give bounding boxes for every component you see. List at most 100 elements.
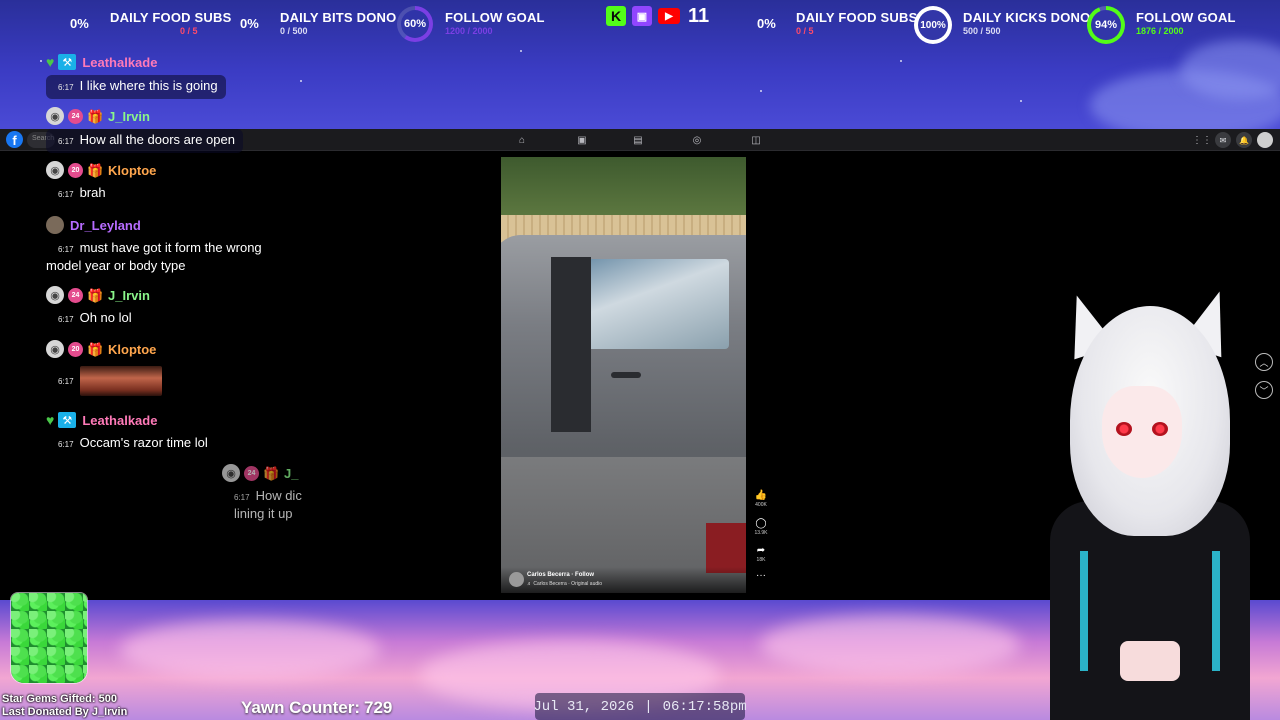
chat-body: 6:17 xyxy=(46,363,170,399)
twitch-icon: ▣ xyxy=(632,6,652,26)
goal-title: DAILY KICKS DONO xyxy=(963,10,1091,25)
like-count: 400K xyxy=(755,502,767,508)
share-count: 18K xyxy=(756,557,766,563)
vtuber-avatar xyxy=(1040,284,1260,720)
comment-action[interactable]: ◯ 13.9K xyxy=(752,518,770,536)
marketplace-icon[interactable]: ▤ xyxy=(630,132,646,148)
user-avatar xyxy=(46,216,64,234)
chat-username[interactable]: J_ xyxy=(284,466,298,481)
chat-text: Oh no lol xyxy=(79,310,132,325)
chat-message: ◉ 24 🎁 J_Irvin 6:17 How all the doors are… xyxy=(46,106,243,153)
date-time-clock: Jul 31, 2026 | 06:17:58pm xyxy=(533,693,747,720)
chat-body: 6:17 brah xyxy=(46,182,114,206)
goal-progress: 1876 / 2000 xyxy=(1136,26,1184,36)
goal-percent: 0% xyxy=(240,16,259,31)
user-avatar: ◉ xyxy=(222,464,240,482)
menu-grid-icon[interactable]: ⋮⋮ xyxy=(1192,132,1212,148)
avatar-midriff xyxy=(1120,641,1180,681)
goal-percent: 94% xyxy=(1094,19,1118,31)
profile-avatar[interactable] xyxy=(1257,132,1273,148)
gaming-icon[interactable]: ◫ xyxy=(748,132,764,148)
chat-username[interactable]: Dr_Leyland xyxy=(70,218,141,233)
comment-icon: ◯ xyxy=(755,518,767,529)
platform-indicator: K ▣ ▶ 11 xyxy=(606,4,709,28)
heart-badge-icon: ♥ xyxy=(46,54,55,70)
goal-follow-right: 94% FOLLOW GOAL 1876 / 2000 xyxy=(1087,6,1257,44)
chat-timestamp: 6:17 xyxy=(58,377,74,387)
chat-timestamp: 6:17 xyxy=(58,190,74,199)
chat-body: 6:17 must have got it form the wrong mode… xyxy=(46,237,296,277)
goal-title: DAILY FOOD SUBS xyxy=(796,10,918,25)
goal-progress-ring: 94% xyxy=(1087,6,1125,44)
home-icon[interactable]: ⌂ xyxy=(514,132,530,148)
chat-text: must have got it form the wrong model ye… xyxy=(46,240,262,273)
goal-progress: 1200 / 2000 xyxy=(445,26,493,36)
chat-timestamp: 6:17 xyxy=(234,493,250,502)
goal-title: DAILY BITS DONO xyxy=(280,10,397,25)
youtube-icon: ▶ xyxy=(658,8,680,24)
chat-body: 6:17 Oh no lol xyxy=(46,307,140,331)
chat-message: ◉ 20 🎁 Kloptoe 6:17 brah xyxy=(46,160,156,206)
share-icon: ➦ xyxy=(756,545,766,556)
gift-badge-icon: 🎁 xyxy=(87,162,104,178)
video-icon[interactable]: ▣ xyxy=(574,132,590,148)
chat-username[interactable]: Kloptoe xyxy=(108,163,156,178)
goal-daily-kicks-dono: 100% DAILY KICKS DONO 500 / 500 xyxy=(914,6,1094,44)
video-author[interactable]: Carlos Becerra · Follow xyxy=(527,572,594,578)
chat-timestamp: 6:17 xyxy=(58,137,74,146)
goal-ring-inner: 100% xyxy=(918,10,948,40)
subscriber-badge: 24 xyxy=(244,465,259,481)
kick-icon: K xyxy=(606,6,626,26)
facebook-logo-icon[interactable]: f xyxy=(6,131,23,148)
yawn-label: Yawn Counter: xyxy=(241,698,361,717)
gem-jar-glass xyxy=(10,592,88,684)
yawn-value: 729 xyxy=(364,698,393,717)
share-action[interactable]: ➦ 18K xyxy=(752,545,770,563)
video-footer-gradient xyxy=(501,567,746,593)
video-door-handle xyxy=(611,372,641,378)
goal-progress-ring: 60% xyxy=(397,6,433,42)
subscriber-badge: 24 xyxy=(68,108,83,124)
chat-body: 6:17 Occam's razor time lol xyxy=(46,432,216,456)
goal-progress: 0 / 500 xyxy=(280,26,308,36)
goal-percent: 60% xyxy=(403,18,427,30)
chat-message: ♥ ⚒ Leathalkade 6:17 Occam's razor time l… xyxy=(46,410,216,456)
like-action[interactable]: 👍 400K xyxy=(752,490,770,508)
goal-progress: 500 / 500 xyxy=(963,26,1001,36)
goal-follow-left: 60% FOLLOW GOAL 1200 / 2000 xyxy=(397,6,547,42)
chat-username[interactable]: Leathalkade xyxy=(82,55,157,70)
reel-video[interactable]: Carlos Becerra · Follow ♬ Carlos Becerra… xyxy=(501,157,746,593)
subscriber-badge: 24 xyxy=(68,287,83,303)
chat-message: ◉ 24 🎁 J_Irvin 6:17 Oh no lol xyxy=(46,285,150,331)
moderator-badge-icon: ⚒ xyxy=(58,54,77,70)
subscriber-badge: 20 xyxy=(68,162,83,178)
goal-percent: 0% xyxy=(757,16,776,31)
groups-icon[interactable]: ◎ xyxy=(689,132,705,148)
chat-username[interactable]: Leathalkade xyxy=(82,413,157,428)
chat-username[interactable]: J_Irvin xyxy=(108,109,150,124)
star-gems-gifted: Star Gems Gifted: 500 xyxy=(2,693,117,705)
clock-separator: | xyxy=(644,698,653,715)
goal-progress: 0 / 5 xyxy=(180,26,198,36)
chat-body: 6:17 How dic lining it up xyxy=(222,485,312,525)
chat-message: Dr_Leyland 6:17 must have got it form the… xyxy=(46,215,296,277)
viewer-count: 11 xyxy=(688,4,710,27)
chat-username[interactable]: Kloptoe xyxy=(108,342,156,357)
messenger-icon[interactable]: ✉ xyxy=(1215,132,1231,148)
video-car-window xyxy=(579,259,729,349)
gift-badge-icon: 🎁 xyxy=(87,108,104,124)
goal-ring-inner: 94% xyxy=(1091,10,1121,40)
green-gems xyxy=(11,593,87,683)
video-audio[interactable]: ♬ Carlos Becerra · Original audio xyxy=(527,581,602,587)
goal-daily-bits-dono: 0% DAILY BITS DONO 0 / 500 xyxy=(240,6,400,42)
comment-count: 13.9K xyxy=(754,530,768,536)
chat-message: ◉ 20 🎁 Kloptoe 6:17 xyxy=(46,339,170,399)
clock-date: Jul 31, 2026 xyxy=(533,698,635,715)
chat-text: I like where this is going xyxy=(79,78,218,93)
notifications-icon[interactable]: 🔔 xyxy=(1236,132,1252,148)
last-donated-by: Last Donated By J_Irvin xyxy=(2,706,128,718)
chat-username[interactable]: J_Irvin xyxy=(108,288,150,303)
more-options-icon[interactable]: ··· xyxy=(752,570,770,581)
video-author-avatar[interactable] xyxy=(509,572,524,587)
moderator-badge-icon: ⚒ xyxy=(58,412,77,428)
